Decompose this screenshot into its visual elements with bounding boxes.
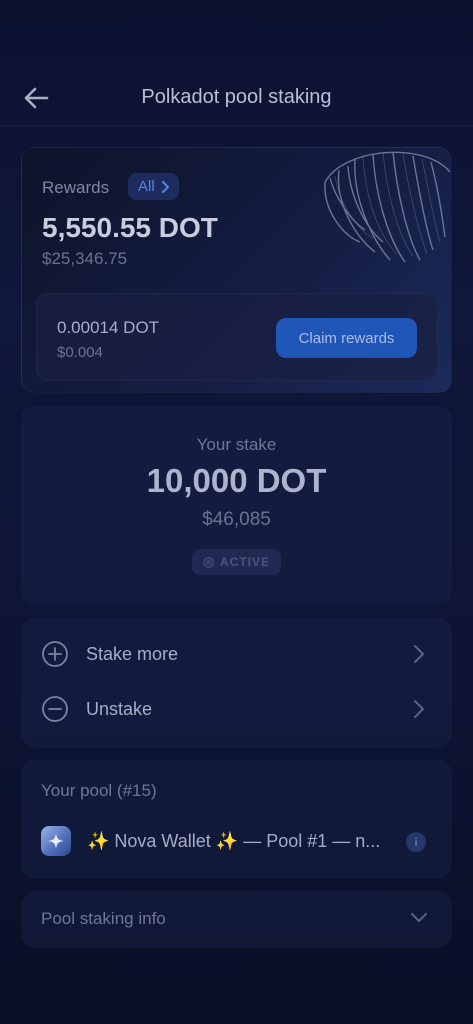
rewards-fiat-value: $25,346.75	[42, 249, 128, 268]
claimable-rewards-panel: 0.00014 DOT $0.004 Claim rewards	[36, 293, 438, 381]
claim-rewards-button[interactable]: Claim rewards	[276, 318, 417, 358]
rewards-label: Rewards	[42, 178, 110, 197]
minus-circle-icon	[42, 696, 68, 722]
rewards-card: Rewards All 5,550.55 DOT $25,346.75 0.00…	[21, 147, 452, 393]
plus-circle-icon	[42, 641, 68, 667]
rewards-amount: 5,550.55 DOT	[42, 212, 218, 243]
status-badge: ACTIVE	[192, 549, 281, 575]
info-icon[interactable]: i	[406, 832, 426, 852]
claimable-fiat-value: $0.004	[57, 344, 103, 361]
pool-label: Your pool (#15)	[41, 781, 157, 800]
chevron-right-icon	[414, 645, 424, 663]
stake-fiat-value: $46,085	[202, 509, 271, 530]
pool-row[interactable]: ✨ Nova Wallet ✨ — Pool #1 — n... i	[21, 822, 452, 862]
chevron-down-icon	[411, 913, 427, 922]
status-text: ACTIVE	[219, 555, 270, 569]
unstake-button[interactable]: Unstake	[21, 682, 452, 737]
stake-more-label: Stake more	[86, 644, 179, 664]
parachute-illustration	[324, 151, 451, 263]
chevron-right-icon	[414, 700, 424, 718]
rewards-filter-button[interactable]: All	[128, 173, 179, 200]
stake-amount: 10,000 DOT	[146, 462, 327, 499]
stake-label: Your stake	[196, 435, 277, 454]
sparkle-icon	[48, 833, 64, 849]
stake-card: Your stake 10,000 DOT $46,085 ACTIVE	[21, 406, 452, 605]
stake-more-button[interactable]: Stake more	[21, 627, 452, 682]
pool-staking-info-toggle[interactable]: Pool staking info	[21, 891, 452, 948]
rewards-filter-label: All	[138, 178, 155, 195]
your-pool-card: Your pool (#15) ✨ Nova Wallet ✨ — Pool #…	[21, 760, 452, 879]
pool-staking-info-label: Pool staking info	[41, 909, 166, 928]
page-title: Polkadot pool staking	[141, 86, 332, 108]
header-bar: Polkadot pool staking	[0, 70, 473, 126]
claimable-amount: 0.00014 DOT	[57, 318, 160, 337]
unstake-label: Unstake	[86, 699, 153, 719]
stake-actions-card: Stake more Unstake	[21, 618, 452, 748]
pool-name: ✨ Nova Wallet ✨ — Pool #1 — n...	[87, 831, 381, 851]
status-dot-icon	[202, 556, 214, 568]
pool-avatar	[41, 826, 71, 856]
chevron-right-icon	[161, 180, 169, 193]
